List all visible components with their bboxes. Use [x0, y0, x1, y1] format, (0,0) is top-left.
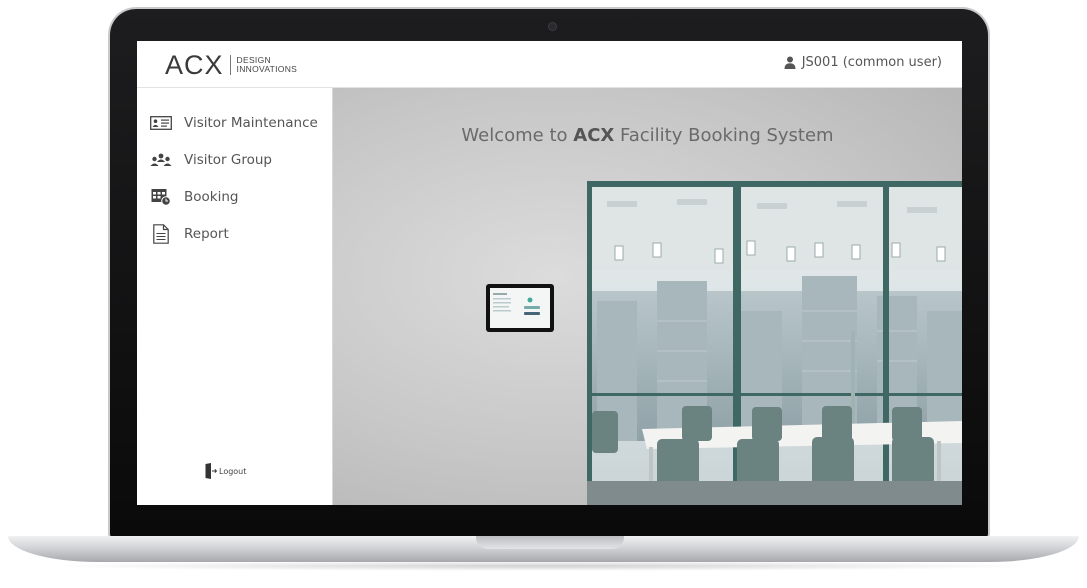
sidebar-item-booking[interactable]: Booking: [149, 186, 238, 208]
sidebar-item-visitor-maintenance[interactable]: Visitor Maintenance: [149, 112, 318, 134]
user-icon: [784, 56, 796, 69]
acx-logo: ACX DESIGN INNOVATIONS: [165, 50, 298, 80]
welcome-panel: Welcome to ACX Facility Booking System: [333, 88, 962, 505]
sidebar-item-report[interactable]: Report: [149, 223, 229, 245]
tablet-screen: [490, 288, 550, 328]
laptop-shadow: [40, 561, 1047, 571]
sidebar: Visitor Maintenance Visitor Group Bookin…: [137, 88, 333, 505]
logout-door-icon: [205, 463, 217, 479]
logo-subtitle: DESIGN INNOVATIONS: [237, 56, 298, 74]
wall-tablet-image: [486, 284, 554, 332]
welcome-suffix: Facility Booking System: [620, 125, 834, 146]
top-bar: ACX DESIGN INNOVATIONS JS001 (common use…: [137, 41, 962, 88]
sidebar-item-visitor-group[interactable]: Visitor Group: [149, 149, 272, 171]
welcome-brand: ACX: [573, 125, 615, 146]
app-screen: ACX DESIGN INNOVATIONS JS001 (common use…: [137, 41, 962, 505]
meeting-room-image: [587, 181, 962, 505]
user-label: JS001 (common user): [801, 55, 942, 70]
calendar-clock-icon: [149, 187, 173, 207]
sidebar-item-label: Visitor Group: [184, 152, 272, 168]
user-menu[interactable]: JS001 (common user): [784, 55, 942, 70]
welcome-heading: Welcome to ACX Facility Booking System: [333, 125, 962, 146]
logout-button[interactable]: Logout: [205, 463, 246, 479]
webcam: [548, 22, 557, 31]
logo-mark: ACX: [165, 50, 224, 80]
sidebar-item-label: Report: [184, 226, 229, 242]
logo-sub-line2: INNOVATIONS: [236, 64, 298, 74]
sidebar-item-label: Booking: [184, 189, 239, 205]
document-icon: [149, 224, 173, 244]
logout-label: Logout: [219, 466, 247, 476]
welcome-prefix: Welcome to: [461, 125, 568, 146]
laptop-opening-notch: [476, 536, 624, 549]
group-icon: [149, 150, 173, 170]
logo-divider: [229, 55, 231, 75]
sidebar-item-label: Visitor Maintenance: [184, 115, 318, 131]
id-card-icon: [149, 113, 173, 133]
